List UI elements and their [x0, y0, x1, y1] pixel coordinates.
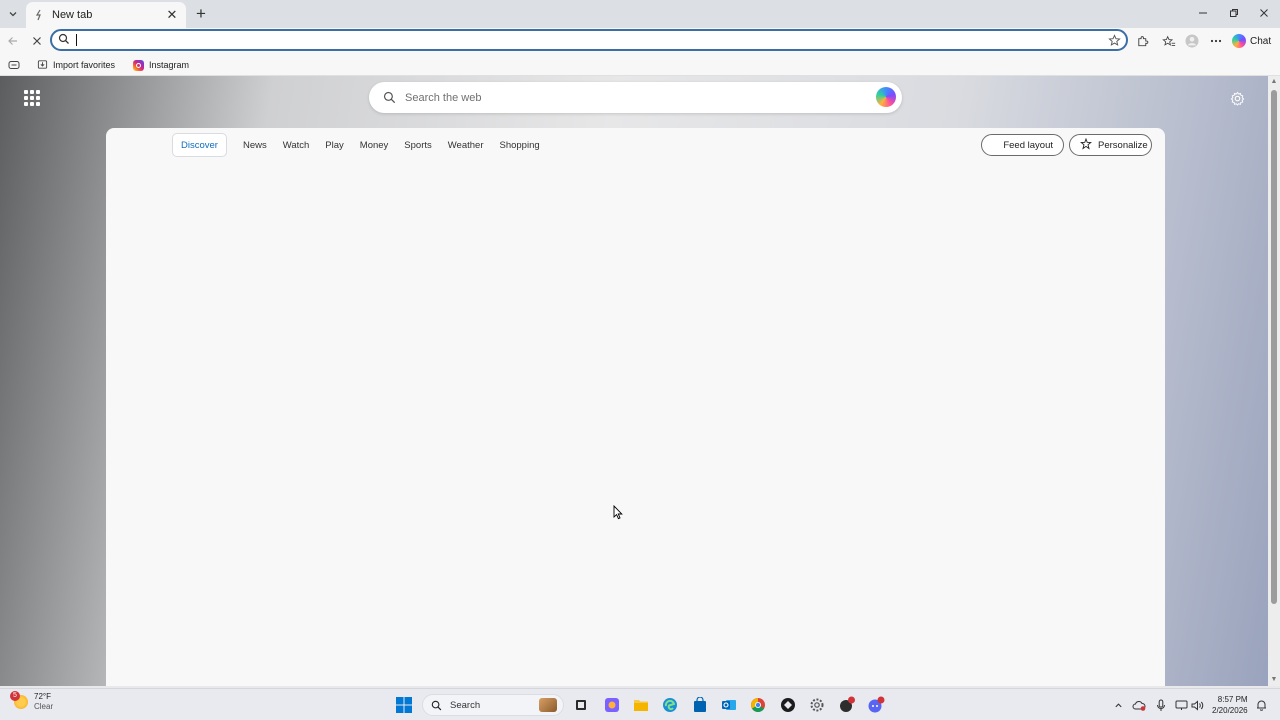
weather-widget[interactable]: 5 72°F Clear — [10, 691, 54, 712]
app-launcher-icon[interactable] — [24, 90, 40, 106]
widgets-copilot-icon[interactable] — [602, 695, 622, 715]
personalize-button[interactable]: Personalize — [1069, 134, 1152, 156]
task-view-icon[interactable] — [571, 695, 591, 715]
copilot-chat-button[interactable]: Chat — [1232, 31, 1271, 51]
search-icon — [431, 700, 442, 710]
edge-browser-icon[interactable] — [660, 695, 680, 715]
feed-layout-label: Feed layout — [1003, 139, 1053, 151]
more-options-icon[interactable] — [1206, 31, 1226, 51]
copilot-icon — [1232, 34, 1246, 48]
import-favorites-icon — [37, 59, 48, 72]
tab-actions-chevron-icon[interactable] — [4, 4, 22, 24]
search-icon — [381, 90, 397, 106]
personalize-sparkle-icon — [1080, 137, 1092, 153]
add-favorite-star-icon[interactable] — [1106, 32, 1122, 48]
copilot-icon[interactable] — [876, 87, 896, 107]
loading-favicon-icon — [32, 8, 46, 22]
tab-new-tab[interactable]: New tab ✕ — [26, 2, 186, 28]
clock-date: 2/20/2026 — [1212, 706, 1248, 715]
settings-gear-icon[interactable] — [807, 695, 827, 715]
scroll-up-arrow-icon[interactable]: ▲ — [1270, 78, 1278, 86]
favorites-icon[interactable] — [1159, 31, 1179, 51]
microphone-icon[interactable] — [1154, 698, 1168, 712]
close-tab-icon[interactable]: ✕ — [164, 7, 180, 23]
taskbar-search-box[interactable]: Search — [422, 694, 564, 716]
onedrive-sync-icon[interactable] — [1132, 698, 1146, 712]
feed-panel: Discover News Watch Play Money Sports We… — [106, 128, 1165, 686]
tab-shopping[interactable]: Shopping — [492, 133, 548, 157]
system-clock[interactable]: 8:57 PM 2/20/2026 — [1212, 694, 1248, 716]
clock-time: 8:57 PM — [1217, 695, 1248, 704]
chat-label: Chat — [1250, 35, 1272, 47]
stop-loading-icon[interactable] — [27, 31, 47, 51]
favorite-import-favorites[interactable]: Import favorites — [37, 57, 115, 73]
tab-money[interactable]: Money — [352, 133, 397, 157]
outlook-icon[interactable] — [719, 695, 739, 715]
address-bar[interactable] — [50, 29, 1128, 51]
favorite-label: Import favorites — [53, 60, 116, 70]
back-icon[interactable] — [3, 31, 23, 51]
scroll-down-arrow-icon[interactable]: ▼ — [1270, 676, 1278, 684]
app-notification-icon[interactable] — [837, 695, 857, 715]
instagram-icon — [133, 59, 144, 71]
chrome-icon[interactable] — [748, 695, 768, 715]
start-windows-icon[interactable] — [394, 695, 414, 715]
tab-news[interactable]: News — [235, 133, 275, 157]
show-hidden-icons-chevron-icon[interactable] — [1111, 698, 1125, 712]
mouse-pointer-icon — [613, 504, 623, 523]
taskbar-search-label: Search — [450, 699, 481, 711]
volume-icon[interactable] — [1190, 698, 1204, 712]
address-input[interactable] — [81, 32, 1126, 48]
weather-temperature: 72°F — [34, 692, 51, 701]
feed-nav: Discover News Watch Play Money Sports We… — [172, 133, 548, 157]
minimize-icon[interactable] — [1188, 4, 1218, 22]
file-explorer-icon[interactable] — [631, 695, 651, 715]
tab-discover[interactable]: Discover — [172, 133, 227, 157]
new-tab-page: Discover News Watch Play Money Sports We… — [0, 76, 1268, 686]
page-settings-gear-icon[interactable] — [1228, 89, 1246, 107]
network-icon[interactable] — [1174, 698, 1188, 712]
close-window-icon[interactable] — [1249, 4, 1279, 22]
text-caret — [76, 34, 77, 46]
vertical-scrollbar[interactable]: ▲ ▼ — [1268, 76, 1280, 686]
windows-taskbar: 5 72°F Clear Search 8:57 PM 2/20/2026 — [0, 688, 1280, 720]
discord-icon[interactable] — [866, 695, 886, 715]
app-black-icon[interactable] — [778, 695, 798, 715]
title-bar: New tab ✕ + — [0, 0, 1280, 28]
notification-badge: 5 — [10, 691, 20, 701]
notification-bell-icon[interactable] — [1254, 698, 1268, 712]
tab-sports[interactable]: Sports — [396, 133, 439, 157]
favorites-bar: Import favorites Instagram — [0, 54, 1280, 76]
new-tab-button[interactable]: + — [191, 4, 211, 24]
browser-toolbar: Chat — [0, 28, 1280, 54]
tab-watch[interactable]: Watch — [275, 133, 318, 157]
weather-condition: Clear — [34, 702, 54, 711]
search-icon — [58, 33, 70, 48]
web-search-box[interactable] — [369, 82, 902, 113]
favorite-label: Instagram — [149, 60, 190, 70]
profile-avatar-icon[interactable] — [1182, 31, 1202, 51]
web-search-input[interactable] — [405, 91, 845, 104]
microsoft-store-icon[interactable] — [690, 695, 710, 715]
favorite-instagram[interactable]: Instagram — [133, 57, 189, 73]
extensions-icon[interactable] — [1132, 31, 1152, 51]
restore-icon[interactable] — [1219, 4, 1249, 22]
tab-weather[interactable]: Weather — [440, 133, 492, 157]
weather-sun-icon: 5 — [10, 691, 28, 709]
tab-play[interactable]: Play — [317, 133, 351, 157]
feed-layout-button[interactable]: Feed layout — [981, 134, 1064, 156]
search-highlight-icon — [539, 698, 557, 712]
scrollbar-thumb[interactable] — [1271, 90, 1277, 604]
tab-title: New tab — [52, 9, 93, 21]
personalize-label: Personalize — [1098, 139, 1148, 151]
sidebar-toggle-icon[interactable] — [4, 55, 24, 75]
